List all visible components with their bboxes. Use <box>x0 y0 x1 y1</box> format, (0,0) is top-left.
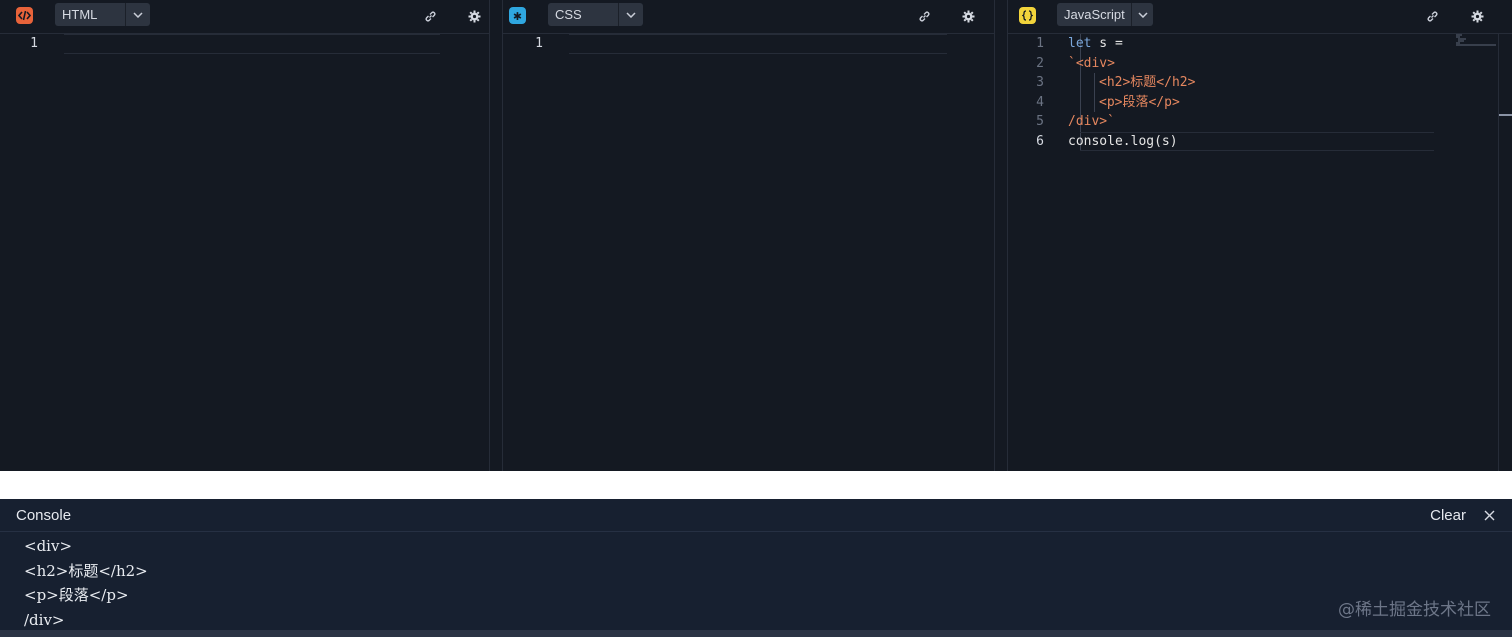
bottom-scroll-bar[interactable] <box>0 630 1512 637</box>
javascript-editor-header: JavaScript <box>1008 0 1512 34</box>
chevron-down-icon <box>1131 3 1153 26</box>
pane-resize-handle[interactable] <box>994 0 1008 471</box>
line-number: 1 <box>535 36 543 51</box>
code-line: 1 <box>489 34 994 54</box>
javascript-language-select[interactable]: JavaScript <box>1057 3 1153 26</box>
code-line: 6 console.log(s) <box>994 132 1512 152</box>
line-number: 5 <box>1036 114 1044 129</box>
html-language-label: HTML <box>62 7 98 22</box>
string-token: <p>段落</p> <box>1099 94 1180 110</box>
console-header: Console Clear <box>0 499 1512 532</box>
pane-resize-handle[interactable] <box>489 0 503 471</box>
code-line: 1 let s = <box>994 34 1512 54</box>
line-number: 4 <box>1036 94 1044 110</box>
chevron-down-icon <box>125 3 149 26</box>
string-token: <h2>标题</h2> <box>1099 75 1196 90</box>
css-code-area[interactable]: 1 <box>489 34 994 471</box>
watermark: @稀土掘金技术社区 <box>1338 600 1491 620</box>
html-code-area[interactable]: 1 <box>0 34 489 471</box>
line-number: 6 <box>1036 133 1044 149</box>
console-output: <div> <h2>标题</h2> <p>段落</p> /div> <box>24 534 148 632</box>
css-language-select[interactable]: CSS <box>548 3 643 26</box>
javascript-editor-pane: JavaScript 1 let s = 2 `<div> 3 <h2>标题</… <box>994 0 1512 471</box>
line-number: 3 <box>1036 75 1044 90</box>
link-icon[interactable] <box>422 8 438 24</box>
line-text: let s = <box>1068 34 1123 54</box>
css-icon: ✱ <box>509 7 526 24</box>
line-number: 2 <box>1036 55 1044 71</box>
console-title: Console <box>16 507 72 524</box>
plain-token: s = <box>1091 36 1123 51</box>
css-editor-pane: ✱ CSS 1 <box>489 0 994 471</box>
code-line: 1 <box>0 34 489 54</box>
console-log-line: <p>段落</p> <box>24 586 129 604</box>
settings-gear-icon[interactable] <box>960 8 976 24</box>
console-log-line: <div> <box>24 537 73 555</box>
code-line: 2 `<div> <box>994 54 1512 74</box>
javascript-code-area[interactable]: 1 let s = 2 `<div> 3 <h2>标题</h2> 4 <p>段落… <box>994 34 1512 471</box>
javascript-icon <box>1019 7 1036 24</box>
chevron-down-icon <box>618 3 642 26</box>
console-log-line: <h2>标题</h2> <box>24 561 148 580</box>
html-editor-pane: HTML 1 <box>0 0 489 471</box>
link-icon[interactable] <box>916 8 932 24</box>
console-panel: Console Clear <div> <h2>标题</h2> <p>段落</p… <box>0 499 1512 637</box>
html-icon <box>16 7 33 24</box>
clear-console-button[interactable]: Clear <box>1430 507 1466 524</box>
scrollbar-cursor-marker <box>1499 114 1512 116</box>
string-token: /div>` <box>1068 114 1115 129</box>
keyword-token: let <box>1068 36 1092 51</box>
css-language-label: CSS <box>555 7 582 22</box>
string-token: `<div> <box>1068 55 1115 71</box>
vertical-scrollbar[interactable] <box>1498 34 1512 471</box>
html-language-select[interactable]: HTML <box>55 3 150 26</box>
plain-token: console.log(s) <box>1068 133 1178 149</box>
javascript-language-label: JavaScript <box>1064 7 1125 22</box>
link-icon[interactable] <box>1424 8 1440 24</box>
editor-area: HTML 1 ✱ CSS 1 JavaScript 1 let s = 2 `<… <box>0 0 1512 471</box>
close-icon[interactable] <box>1482 508 1496 522</box>
code-line: 4 <p>段落</p> <box>994 93 1512 113</box>
minimap[interactable] <box>1456 34 1496 46</box>
code-line: 5 /div>` <box>994 112 1512 132</box>
console-log-line: /div> <box>24 610 65 629</box>
html-editor-header: HTML <box>0 0 489 34</box>
settings-gear-icon[interactable] <box>466 8 482 24</box>
css-editor-header: ✱ CSS <box>503 0 994 34</box>
line-number: 1 <box>30 36 38 51</box>
line-number: 1 <box>1036 36 1044 51</box>
code-line: 3 <h2>标题</h2> <box>994 73 1512 93</box>
settings-gear-icon[interactable] <box>1469 8 1485 24</box>
